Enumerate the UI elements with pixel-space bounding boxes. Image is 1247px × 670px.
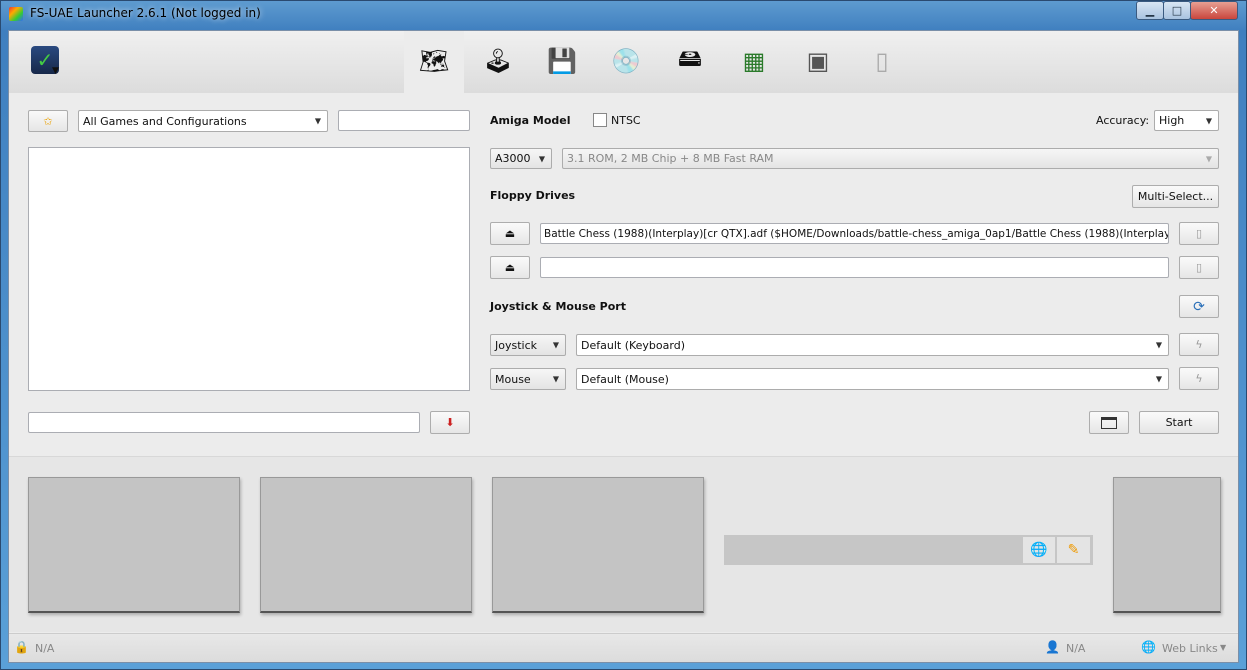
chevron-down-icon[interactable]: ▼ [1220, 643, 1226, 652]
web-links-button[interactable]: Web Links [1162, 642, 1218, 655]
browse-df1-button[interactable]: ▯ [1179, 256, 1219, 279]
ntsc-checkbox[interactable] [593, 113, 607, 127]
port1-type-select[interactable]: Joystick ▼ [490, 334, 566, 356]
screenshot-1 [28, 477, 240, 613]
tab-settings[interactable]: ▯ [861, 40, 903, 82]
screenshot-2 [260, 477, 472, 613]
window-icon [1101, 416, 1117, 429]
model-config-value: 3.1 ROM, 2 MB Chip + 8 MB Fast RAM [567, 152, 774, 165]
multi-select-button[interactable]: Multi-Select... [1132, 185, 1219, 208]
df1-path-input[interactable] [540, 257, 1169, 278]
port0-type-select[interactable]: Mouse ▼ [490, 368, 566, 390]
tab-cdrom[interactable]: 💿 [605, 40, 647, 82]
swap-ports-button[interactable]: ⟳ [1179, 295, 1219, 318]
lock-icon: 🔒 [14, 640, 29, 654]
maximize-button[interactable]: □ [1163, 1, 1191, 20]
chevron-down-icon: ▼ [1155, 340, 1162, 350]
chevron-down-icon: ▼ [314, 116, 321, 126]
web-links-icon: 🌐 [1141, 640, 1156, 654]
lightning-icon: ϟ [1195, 338, 1203, 351]
cdrom-icon: 💿 [611, 47, 641, 75]
floppy-icon: 💾 [547, 47, 577, 75]
chevron-down-icon: ▼ [552, 374, 559, 384]
ports-label: Joystick & Mouse Port [490, 300, 626, 313]
accuracy-value: High [1159, 114, 1185, 127]
port1-device-select[interactable]: Default (Keyboard) ▼ [576, 334, 1169, 356]
chevron-down-icon: ▼ [552, 340, 559, 350]
model-value: A3000 [495, 152, 531, 165]
refresh-icon: ⟳ [1193, 298, 1205, 315]
close-button[interactable]: ✕ [1190, 1, 1238, 20]
accuracy-label: Accuracy: [1096, 114, 1150, 127]
config-list[interactable] [28, 147, 470, 391]
chevron-down-icon: ▼ [1155, 374, 1162, 384]
minimize-button[interactable]: ▁ [1136, 1, 1164, 20]
floppy-drives-label: Floppy Drives [490, 189, 576, 202]
edit-button[interactable]: ✎ [1057, 537, 1090, 563]
model-select[interactable]: A3000 ▼ [490, 148, 552, 169]
ntsc-label: NTSC [611, 114, 641, 127]
menu-dropdown-icon[interactable]: ▼ [52, 66, 59, 76]
eject-icon: ⏏ [504, 227, 516, 240]
globe-icon: 🌐 [1030, 542, 1048, 558]
tab-hard-drive[interactable]: 🖴 [669, 40, 711, 82]
hard-drive-icon: 🖴 [677, 43, 703, 72]
amiga-model-label: Amiga Model [490, 114, 571, 127]
new-document-icon: ✩ [43, 114, 53, 128]
settings-panel-icon: ▯ [875, 47, 889, 75]
screenshot-4 [1113, 477, 1221, 613]
status-left-text: N/A [35, 642, 55, 655]
df0-path-input[interactable]: Battle Chess (1988)(Interplay)[cr QTX].a… [540, 223, 1169, 244]
port1-settings-button[interactable]: ϟ [1179, 333, 1219, 356]
port0-type-value: Mouse [495, 372, 531, 386]
save-config-button[interactable]: ⬇ [430, 411, 470, 434]
port0-device-value: Default (Mouse) [581, 372, 669, 386]
port1-device-value: Default (Keyboard) [581, 338, 685, 352]
port0-settings-button[interactable]: ϟ [1179, 367, 1219, 390]
accuracy-select[interactable]: High ▼ [1154, 110, 1219, 131]
eject-df0-button[interactable]: ⏏ [490, 222, 530, 245]
port1-type-value: Joystick [495, 338, 538, 352]
screenshot-3 [492, 477, 704, 613]
eject-icon: ⏏ [504, 261, 516, 274]
app-icon [9, 7, 23, 21]
web-button[interactable]: 🌐 [1023, 537, 1055, 563]
chevron-down-icon: ▼ [1205, 154, 1212, 163]
port0-device-select[interactable]: Default (Mouse) ▼ [576, 368, 1169, 390]
chevron-down-icon: ▼ [538, 154, 545, 163]
lightning-icon: ϟ [1195, 372, 1203, 385]
tab-input[interactable]: 🕹 [477, 40, 519, 82]
filter-select[interactable]: All Games and Configurations ▼ [78, 110, 328, 132]
chip-icon: ▣ [806, 47, 830, 75]
chevron-down-icon: ▼ [1205, 116, 1212, 125]
user-icon: 👤 [1045, 640, 1060, 654]
expansion-card-icon: ▦ [742, 47, 766, 75]
eject-df1-button[interactable]: ⏏ [490, 256, 530, 279]
config-name-input[interactable] [28, 412, 420, 433]
save-icon: ⬇ [445, 416, 455, 429]
pencil-icon: ✎ [1067, 542, 1080, 558]
search-input[interactable] [338, 110, 470, 131]
config-icon: 🗺 [418, 47, 450, 75]
new-config-button[interactable]: ✩ [28, 110, 68, 132]
tab-config[interactable]: 🗺 [413, 40, 455, 82]
status-user-text[interactable]: N/A [1066, 642, 1085, 655]
document-icon: ▯ [1195, 261, 1203, 274]
tab-expansion[interactable]: ▦ [733, 40, 775, 82]
joystick-icon: 🕹 [482, 47, 514, 75]
filter-value: All Games and Configurations [83, 114, 247, 128]
browse-df0-button[interactable]: ▯ [1179, 222, 1219, 245]
window-title: FS-UAE Launcher 2.6.1 (Not logged in) [30, 6, 261, 20]
window-mode-button[interactable] [1089, 411, 1129, 434]
tab-floppy[interactable]: 💾 [541, 40, 583, 82]
document-icon: ▯ [1195, 227, 1203, 240]
tab-chip[interactable]: ▣ [797, 40, 839, 82]
model-config-select[interactable]: 3.1 ROM, 2 MB Chip + 8 MB Fast RAM ▼ [562, 148, 1219, 169]
start-button[interactable]: Start [1139, 411, 1219, 434]
